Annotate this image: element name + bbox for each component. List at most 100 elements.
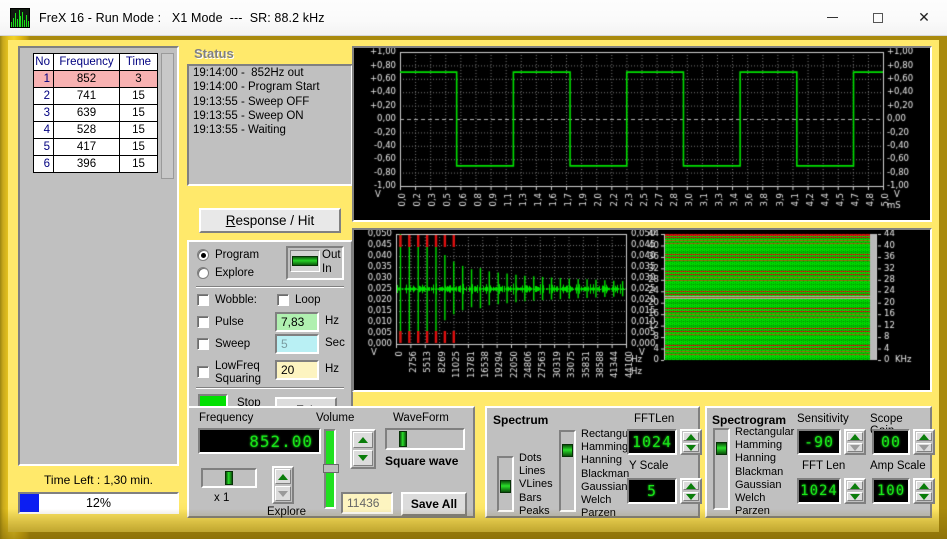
volume-up-button[interactable] <box>353 432 373 448</box>
list-item[interactable]: Gaussian <box>735 479 794 492</box>
list-item[interactable]: Hanning <box>735 452 794 465</box>
cell-no: 1 <box>34 71 54 88</box>
spectrogram-window-list[interactable]: Rectangular Hamming Hanning Blackman Gau… <box>735 426 794 518</box>
sample-count-field[interactable]: 11436 <box>341 492 393 514</box>
volume-slider[interactable] <box>324 429 336 509</box>
spectrogram-window-slider[interactable] <box>713 428 730 510</box>
spectrogram-fftlen-stepper[interactable] <box>844 478 866 504</box>
fftlen-stepper[interactable] <box>680 429 702 455</box>
list-item[interactable]: Rectangular <box>735 426 794 439</box>
spectrum-panel: Spectrum Dots Lines VLines Bars Peaks Re… <box>485 406 700 518</box>
list-item[interactable]: Bars <box>519 492 553 505</box>
volume-down-button[interactable] <box>353 450 373 466</box>
checkbox-lowfreq-squaring[interactable]: LowFreq Squaring <box>197 360 261 386</box>
yscale-display[interactable]: 5 <box>627 478 677 504</box>
checkbox-sweep[interactable]: Sweep <box>197 338 250 350</box>
waveform-value: Square wave <box>385 454 458 468</box>
scope-gain-up-button[interactable] <box>916 432 932 441</box>
yscale-up-button[interactable] <box>683 481 699 490</box>
list-item[interactable]: Parzen <box>581 507 640 520</box>
radio-explore[interactable]: Explore <box>197 267 254 279</box>
spectrogram-fftlen-display[interactable]: 1024 <box>797 478 841 504</box>
list-item[interactable]: Blackman <box>735 466 794 479</box>
table-row[interactable]: 639615 <box>34 156 158 173</box>
progress-bar: 12% <box>18 492 179 514</box>
amp-scale-down-button[interactable] <box>916 492 932 501</box>
sensitivity-stepper[interactable] <box>844 429 866 455</box>
explore-up-button[interactable] <box>275 469 291 484</box>
chevron-down-icon <box>850 494 860 500</box>
list-item[interactable]: Hamming <box>735 439 794 452</box>
save-all-button[interactable]: Save All <box>401 492 467 516</box>
table-row[interactable]: 274115 <box>34 88 158 105</box>
list-item[interactable]: VLines <box>519 478 553 491</box>
close-button[interactable]: ✕ <box>901 0 947 36</box>
table-row[interactable]: 18523 <box>34 71 158 88</box>
frequency-display[interactable]: 852.00 <box>198 428 321 454</box>
divider <box>196 387 344 389</box>
chevron-down-icon <box>278 491 288 497</box>
yscale-stepper[interactable] <box>680 478 702 504</box>
amp-scale-display[interactable]: 100 <box>872 478 910 504</box>
chevron-up-icon <box>686 434 696 440</box>
status-line: 19:14:00 - Program Start <box>189 80 351 94</box>
sensitivity-down-button[interactable] <box>847 443 863 452</box>
spectrum-window-slider[interactable] <box>559 430 576 512</box>
table-row[interactable]: 363915 <box>34 105 158 122</box>
explore-down-button[interactable] <box>275 486 291 501</box>
checkbox-wobble[interactable]: Wobble: <box>197 294 257 306</box>
list-item[interactable]: Peaks <box>519 505 553 518</box>
status-line: 19:13:55 - Sweep OFF <box>189 95 351 109</box>
spectrogram-fftlen-up-button[interactable] <box>847 481 863 490</box>
frequency-table-scrollbar[interactable] <box>161 53 174 179</box>
response-hit-button[interactable]: Response / Hit <box>199 208 341 233</box>
status-log[interactable]: 19:14:00 - 852Hz out 19:14:00 - Program … <box>187 64 353 186</box>
explore-stepper[interactable] <box>272 466 294 504</box>
multiplier-slider[interactable] <box>201 468 257 488</box>
list-item[interactable]: Welch <box>735 492 794 505</box>
list-item[interactable]: Dots <box>519 452 553 465</box>
yscale-down-button[interactable] <box>683 492 699 501</box>
scope-gain-down-button[interactable] <box>916 443 932 452</box>
volume-stepper[interactable] <box>350 429 376 469</box>
radio-button-icon <box>197 249 209 261</box>
out-in-toggle[interactable] <box>290 250 320 272</box>
amp-scale-stepper[interactable] <box>913 478 935 504</box>
oscilloscope-chart[interactable] <box>352 46 932 222</box>
chevron-down-icon <box>686 494 696 500</box>
lowfreq-unit: Hz <box>325 363 339 375</box>
chevron-up-icon <box>686 483 696 489</box>
chevron-up-icon <box>850 434 860 440</box>
spectrum-drawmode-slider[interactable] <box>497 456 514 512</box>
sensitivity-display[interactable]: -90 <box>797 429 841 455</box>
spectrum-drawmode-list[interactable]: Dots Lines VLines Bars Peaks <box>519 452 553 518</box>
wobble-label: Wobble: <box>215 294 257 306</box>
lowfreq-value-field[interactable]: 20 <box>275 360 319 380</box>
scope-gain-stepper[interactable] <box>913 429 935 455</box>
amp-scale-up-button[interactable] <box>916 481 932 490</box>
minimize-button[interactable] <box>809 0 855 36</box>
scope-gain-display[interactable]: 00 <box>872 429 910 455</box>
sensitivity-up-button[interactable] <box>847 432 863 441</box>
list-item[interactable]: Lines <box>519 465 553 478</box>
sweep-value-field[interactable]: 5 <box>275 334 319 354</box>
frequency-table[interactable]: No Frequency Time 1852327411536391545281… <box>33 53 158 173</box>
table-row[interactable]: 452815 <box>34 122 158 139</box>
list-item[interactable]: Parzen <box>735 505 794 518</box>
waveform-slider[interactable] <box>385 428 465 450</box>
checkbox-loop[interactable]: Loop <box>277 294 321 306</box>
fftlen-down-button[interactable] <box>683 443 699 452</box>
maximize-button[interactable] <box>855 0 901 36</box>
fft-spectrum-chart[interactable] <box>352 228 932 392</box>
cell-time: 15 <box>120 156 158 173</box>
fftlen-display[interactable]: 1024 <box>627 429 677 455</box>
frequency-label: Frequency <box>199 412 253 424</box>
table-row[interactable]: 541715 <box>34 139 158 156</box>
spectrogram-fftlen-down-button[interactable] <box>847 492 863 501</box>
fftlen-up-button[interactable] <box>683 432 699 441</box>
pulse-value-field[interactable]: 7,83 <box>275 312 319 332</box>
slider-thumb-icon <box>399 431 407 447</box>
radio-program[interactable]: Program <box>197 249 259 261</box>
checkbox-pulse[interactable]: Pulse <box>197 316 244 328</box>
yscale-value: 5 <box>647 482 657 500</box>
